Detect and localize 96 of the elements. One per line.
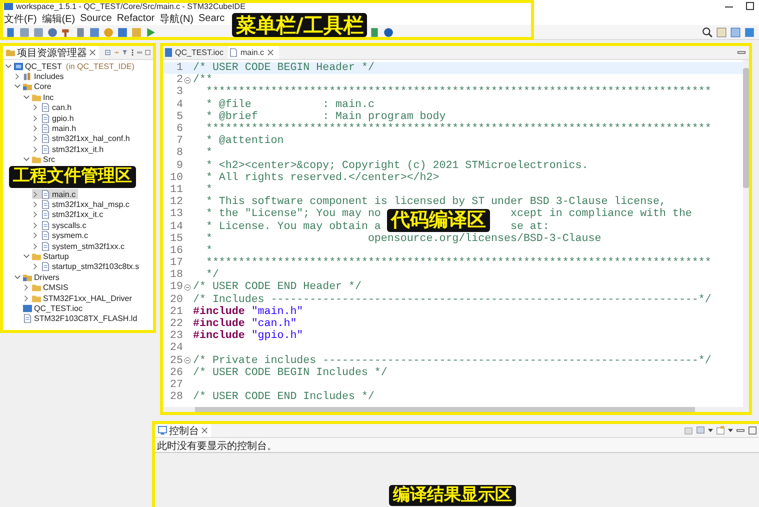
code-line: * This software component is licensed by ST under BSD 3-Clause license, <box>204 196 666 208</box>
menu-item[interactable]: Searc <box>198 13 225 24</box>
tree-item[interactable]: STM32F103C8TX_FLASH.ld <box>14 314 140 324</box>
menu-item[interactable]: Refactor <box>116 13 155 24</box>
line-number: 21 <box>169 306 183 318</box>
line-number: 7 <box>176 135 183 148</box>
menu-item[interactable]: Source <box>80 13 112 24</box>
code-line: /* Private includes ----------------------------------------------------------*/ <box>193 354 712 367</box>
line-number: 10 <box>169 172 183 184</box>
code-line: * @attention <box>204 135 284 148</box>
tree-item[interactable]: stm32f1xx_hal_msp.c <box>32 199 132 210</box>
tree-item[interactable]: syscalls.c <box>32 220 88 230</box>
tree-item[interactable]: stm32f1xx_it.h <box>32 144 106 155</box>
tree-item[interactable]: gpio.h <box>32 112 76 124</box>
tree-item[interactable]: can.h <box>32 102 74 113</box>
code-line: * <box>204 244 212 257</box>
tree-item[interactable]: stm32f1xx_hal_conf.h <box>32 134 132 144</box>
tree-item[interactable]: main.h <box>32 123 78 134</box>
code-line: /* USER CODE END Header */ <box>193 281 362 294</box>
code-line: #include "main.h" <box>193 306 304 318</box>
line-number: 20 <box>169 294 183 306</box>
line-number: 5 <box>176 110 183 123</box>
code-line: xcept in compliance with the <box>510 208 692 220</box>
menu-item[interactable]: 导航(N) <box>160 12 194 26</box>
code-line: * opensource.org/licenses/BSD-3-Clause <box>204 232 602 245</box>
line-number: 23 <box>169 330 183 342</box>
code-line: * @brief : Main program body <box>204 110 446 123</box>
code-line: * <box>204 147 212 160</box>
code-line: ****************************************************************************** <box>204 86 712 98</box>
line-number: 15 <box>169 232 183 245</box>
tree-item[interactable]: Src <box>23 154 57 165</box>
line-number: 11 <box>169 184 183 196</box>
line-number: 13 <box>169 208 183 220</box>
code-line: se at: <box>510 220 550 233</box>
code-line: /* USER CODE END Includes */ <box>193 391 374 404</box>
tree-item[interactable]: QC_TEST (in QC_TEST_IDE) <box>5 61 136 72</box>
tree-item[interactable]: system_stm32f1xx.c <box>32 240 126 252</box>
tree-item[interactable]: Inc <box>23 92 56 103</box>
line-number: 12 <box>169 196 183 208</box>
window-title: workspace_1.5.1 - QC_TEST/Core/Src/main.c - STM32CubeIDE <box>16 2 246 10</box>
annotation-label: 编译结果显示区 <box>389 485 516 506</box>
tree-item[interactable]: startup_stm32f103c8tx.s <box>32 262 142 272</box>
code-line: #include "gpio.h" <box>193 330 304 342</box>
code-line: * @file : main.c <box>204 98 374 111</box>
line-number: 22 <box>169 318 183 330</box>
editor-tab[interactable]: QC_TEST.ioc <box>163 46 228 59</box>
editor-tab[interactable]: main.c <box>228 46 280 59</box>
line-number: 9 <box>176 160 183 172</box>
tree-item[interactable]: stm32f1xx_it.c <box>32 210 106 220</box>
line-number: 4 <box>176 98 183 111</box>
code-line: #include "can.h" <box>193 318 297 330</box>
code-line: * the "License"; You may no <box>204 208 381 220</box>
code-line: /** <box>193 74 212 86</box>
code-line: * License. You may obtain a <box>204 220 381 233</box>
line-number: 2 <box>176 74 183 86</box>
tree-item[interactable]: CMSIS <box>23 282 70 293</box>
annotation-label: 代码编译区 <box>387 209 490 232</box>
annotation-label: 工程文件管理区 <box>9 166 136 188</box>
menu-item[interactable]: 文件(F) <box>4 12 37 26</box>
project-location: (in QC_TEST_IDE) <box>66 62 134 71</box>
line-number: 8 <box>176 147 183 160</box>
tree-item[interactable]: STM32F1xx_HAL_Driver <box>23 292 134 304</box>
line-number: 28 <box>169 391 183 404</box>
code-line: * <h2><center>&copy; Copyright (c) 2021 STMicroelectronics. <box>204 160 588 172</box>
annotation-label: 菜单栏/工具栏 <box>232 13 368 37</box>
line-number: 1 <box>176 62 183 74</box>
code-line: */ <box>204 269 219 282</box>
code-line: /* USER CODE BEGIN Header */ <box>193 62 374 74</box>
line-number: 14 <box>169 220 183 233</box>
code-line: /* Includes ------------------------------------------------------------------*/ <box>193 294 712 306</box>
line-number: 24 <box>169 342 183 354</box>
line-number: 26 <box>169 366 183 379</box>
view-tab[interactable]: 控制台 <box>155 424 211 437</box>
tree-item[interactable]: main.c <box>32 188 78 200</box>
view-tab[interactable]: 项目资源管理器 <box>3 46 99 59</box>
menu-item[interactable]: 编辑(E) <box>42 12 76 26</box>
tree-item[interactable]: Startup <box>23 251 71 262</box>
line-number: 17 <box>169 257 183 270</box>
code-line: * <box>204 184 212 196</box>
line-number: 16 <box>169 244 183 257</box>
code-line: ****************************************************************************** <box>204 257 712 270</box>
tree-item[interactable]: Core <box>14 82 54 92</box>
line-number: 25 <box>169 354 183 367</box>
console-message: 此时没有要显示的控制台。 <box>155 438 759 453</box>
tree-item[interactable]: Drivers <box>14 272 62 282</box>
line-number: 27 <box>169 378 183 391</box>
code-line: * All rights reserved.</center></h2> <box>204 172 440 184</box>
tree-item[interactable]: sysmem.c <box>32 230 90 241</box>
line-number: 19 <box>169 281 183 294</box>
tree-item[interactable]: QC_TEST.ioc <box>14 303 84 314</box>
code-line: ****************************************************************************** <box>204 123 712 136</box>
line-number: 6 <box>176 123 183 136</box>
line-number: 3 <box>176 86 183 98</box>
code-line: /* USER CODE BEGIN Includes */ <box>193 366 388 379</box>
tree-item[interactable]: Includes <box>14 71 66 82</box>
line-number: 18 <box>169 269 183 282</box>
